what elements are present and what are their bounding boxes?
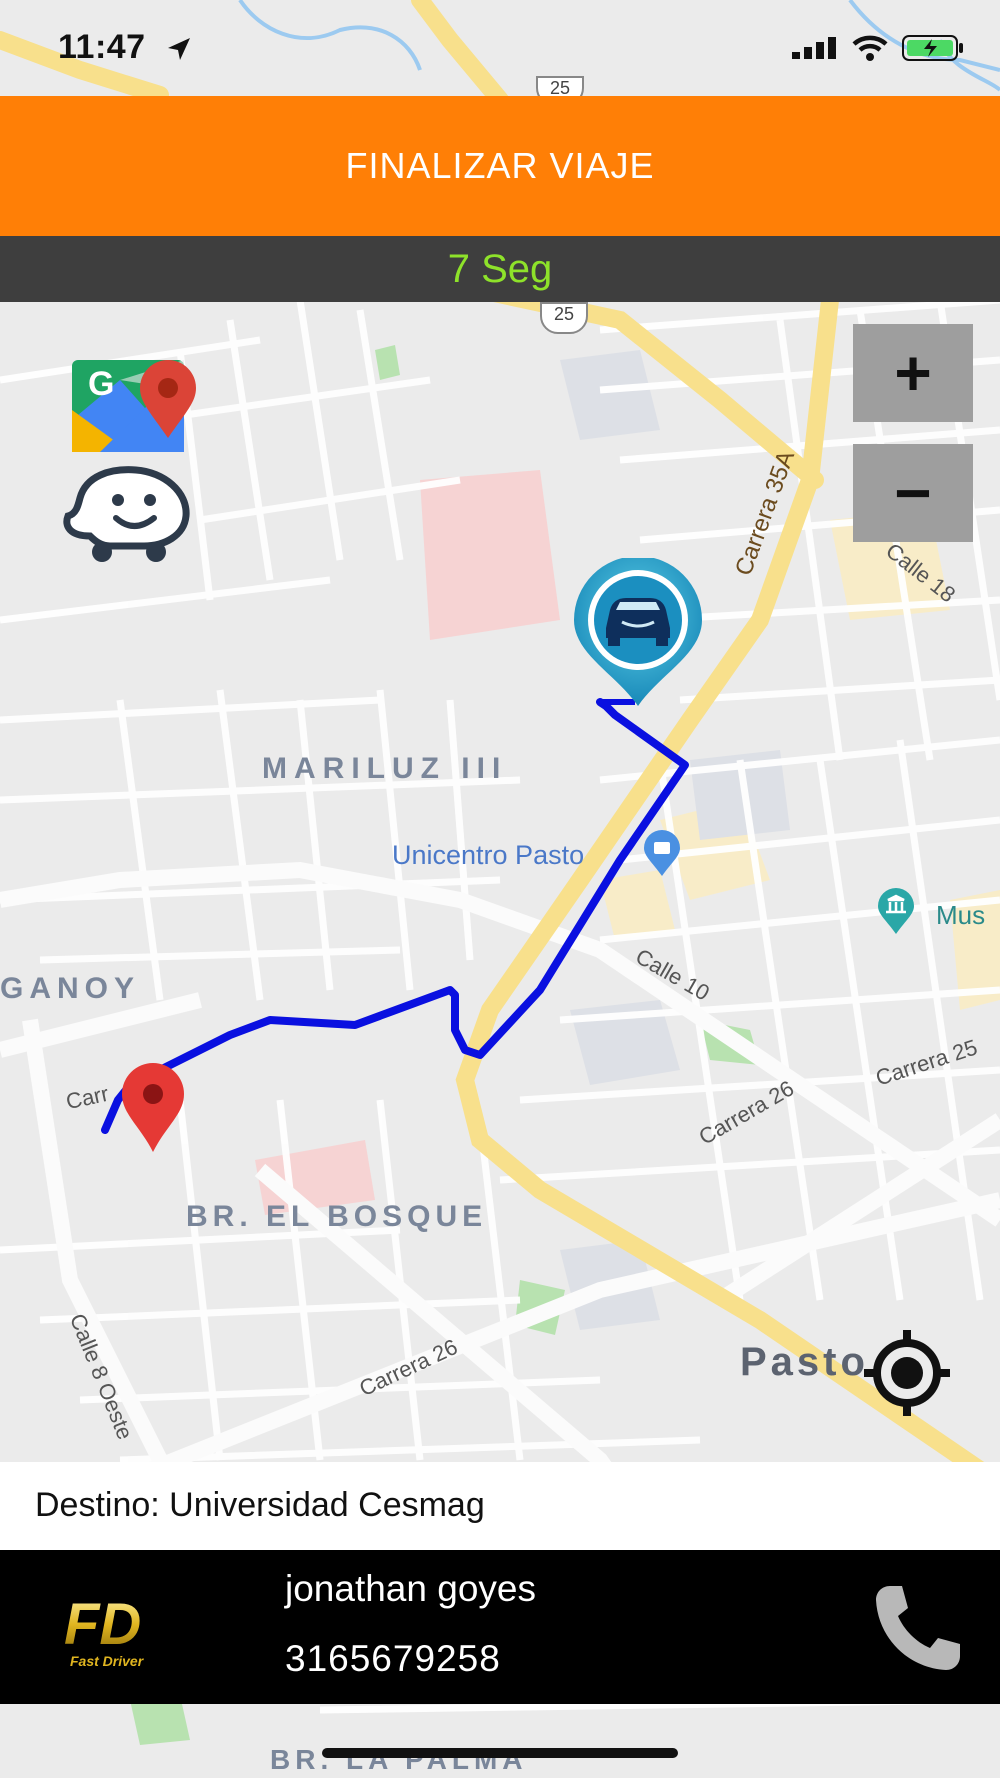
zoom-out-button[interactable]: − (853, 444, 973, 542)
museum-poi-icon (878, 888, 914, 934)
label-pasto: Pasto (740, 1340, 869, 1384)
zoom-in-button[interactable]: + (853, 324, 973, 422)
finish-trip-button[interactable]: FINALIZAR VIAJE (0, 96, 1000, 236)
hospital-area (420, 470, 560, 640)
phone-call-icon[interactable] (872, 1582, 966, 1672)
status-bar: 11:47 (0, 0, 1000, 96)
destination-bar: Destino: Universidad Cesmag (0, 1462, 1000, 1550)
battery-icon (902, 35, 963, 61)
destination-text: Destino: Universidad Cesmag (35, 1486, 485, 1524)
label-museo: Mus (936, 900, 986, 930)
svg-text:G: G (88, 365, 114, 403)
svg-text:FD: FD (64, 1592, 141, 1657)
wifi-icon (852, 35, 888, 61)
driver-name: jonathan goyes (285, 1568, 536, 1609)
google-maps-icon[interactable]: G (70, 350, 202, 454)
label-unicentro: Unicentro Pasto (392, 840, 585, 870)
label-ganoy: GANOY (0, 972, 141, 1005)
shopping-poi-icon (644, 830, 680, 876)
driver-phone: 3165679258 (285, 1638, 501, 1679)
destination-pin-icon (122, 1063, 184, 1152)
road-sign-25: 25 (540, 302, 588, 334)
status-time: 11:47 (58, 28, 146, 66)
timer-bar: 7 Seg (0, 236, 1000, 302)
waze-icon[interactable] (60, 466, 200, 566)
driver-info-bar: FD Fast Driver jonathan goyes 3165679258 (0, 1550, 1000, 1704)
timer-value: 7 Seg (447, 246, 553, 291)
location-arrow-icon (168, 38, 190, 60)
car-pin-icon (574, 558, 702, 706)
label-mariluz: MARILUZ III (262, 752, 508, 785)
home-indicator (322, 1748, 678, 1758)
finish-trip-label: FINALIZAR VIAJE (345, 145, 655, 186)
signal-icon (792, 37, 836, 59)
svg-text:Fast Driver: Fast Driver (70, 1653, 145, 1669)
my-location-icon[interactable] (862, 1328, 952, 1418)
fast-driver-logo: FD Fast Driver (64, 1592, 145, 1669)
label-el-bosque: BR. EL BOSQUE (186, 1200, 488, 1233)
